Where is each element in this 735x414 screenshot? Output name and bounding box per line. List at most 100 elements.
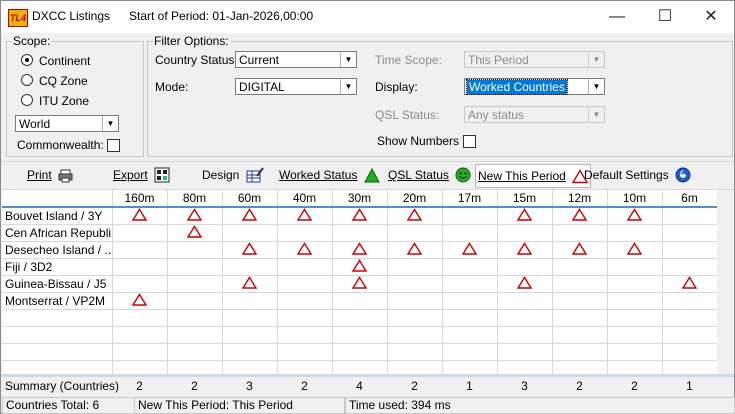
band-header-160m[interactable]: 160m — [112, 190, 168, 208]
table-row[interactable]: Fiji / 3D2 — [2, 258, 718, 276]
band-cell[interactable] — [387, 241, 443, 259]
band-cell[interactable] — [607, 275, 663, 293]
band-cell[interactable] — [112, 207, 168, 225]
chevron-down-icon[interactable]: ▼ — [588, 52, 604, 67]
band-cell[interactable] — [112, 258, 168, 276]
chevron-down-icon[interactable]: ▼ — [588, 79, 604, 94]
band-cell[interactable] — [387, 258, 443, 276]
export-button[interactable]: Export — [113, 166, 170, 184]
display-select[interactable]: Worked Countries ▼ — [464, 78, 605, 95]
band-cell[interactable] — [607, 207, 663, 225]
band-cell[interactable] — [387, 292, 443, 310]
band-cell[interactable] — [442, 275, 498, 293]
band-cell[interactable] — [442, 207, 498, 225]
show-numbers-checkbox[interactable] — [463, 135, 476, 148]
band-cell[interactable] — [497, 292, 553, 310]
band-cell[interactable] — [497, 241, 553, 259]
band-header-12m[interactable]: 12m — [552, 190, 608, 208]
band-cell[interactable] — [112, 224, 168, 242]
print-button[interactable]: Print — [27, 166, 74, 184]
qsl-status-select[interactable]: Any status ▼ — [464, 106, 605, 123]
band-header-80m[interactable]: 80m — [167, 190, 223, 208]
band-cell[interactable] — [387, 207, 443, 225]
band-cell[interactable] — [332, 258, 388, 276]
chevron-down-icon[interactable]: ▼ — [588, 107, 604, 122]
minimize-button[interactable]: — — [594, 1, 640, 33]
band-cell[interactable] — [277, 292, 333, 310]
vertical-scrollbar[interactable] — [717, 190, 734, 374]
band-cell[interactable] — [497, 275, 553, 293]
band-cell[interactable] — [112, 241, 168, 259]
band-cell[interactable] — [277, 241, 333, 259]
band-cell[interactable] — [222, 275, 278, 293]
band-header-6m[interactable]: 6m — [662, 190, 718, 208]
chevron-down-icon[interactable]: ▼ — [102, 116, 118, 131]
dxcc-grid[interactable]: 160m 80m 60m 40m 30m 20m 17m 15m 12m 10m 6m Bouvet … — [2, 190, 718, 378]
default-settings-button[interactable]: Default Settings — [584, 166, 691, 184]
band-cell[interactable] — [607, 224, 663, 242]
band-cell[interactable] — [222, 241, 278, 259]
band-cell[interactable] — [662, 292, 718, 310]
maximize-button[interactable]: ☐ — [642, 1, 688, 33]
worked-status-button[interactable]: Worked Status — [279, 166, 380, 184]
chevron-down-icon[interactable]: ▼ — [340, 52, 356, 67]
close-button[interactable]: ✕ — [688, 1, 734, 33]
scope-radio-itu-zone[interactable]: ITU Zone — [21, 94, 89, 108]
band-header-17m[interactable]: 17m — [442, 190, 498, 208]
band-cell[interactable] — [442, 224, 498, 242]
band-cell[interactable] — [167, 207, 223, 225]
band-cell[interactable] — [332, 292, 388, 310]
band-cell[interactable] — [497, 224, 553, 242]
mode-select[interactable]: DIGITAL ▼ — [235, 78, 357, 95]
new-this-period-button[interactable]: New This Period — [475, 164, 592, 188]
band-cell[interactable] — [387, 224, 443, 242]
band-cell[interactable] — [662, 224, 718, 242]
band-cell[interactable] — [222, 292, 278, 310]
band-cell[interactable] — [222, 258, 278, 276]
band-cell[interactable] — [387, 275, 443, 293]
band-cell[interactable] — [277, 275, 333, 293]
band-cell[interactable] — [552, 292, 608, 310]
band-header-20m[interactable]: 20m — [387, 190, 443, 208]
chevron-down-icon[interactable]: ▼ — [340, 79, 356, 94]
band-cell[interactable] — [607, 241, 663, 259]
band-cell[interactable] — [332, 224, 388, 242]
scope-radio-continent[interactable]: Continent — [21, 54, 90, 68]
band-header-30m[interactable]: 30m — [332, 190, 388, 208]
band-cell[interactable] — [497, 258, 553, 276]
band-header-15m[interactable]: 15m — [497, 190, 553, 208]
band-cell[interactable] — [442, 258, 498, 276]
band-header-40m[interactable]: 40m — [277, 190, 333, 208]
band-cell[interactable] — [277, 224, 333, 242]
band-cell[interactable] — [112, 292, 168, 310]
band-cell[interactable] — [662, 241, 718, 259]
band-cell[interactable] — [112, 275, 168, 293]
band-cell[interactable] — [497, 207, 553, 225]
band-cell[interactable] — [222, 207, 278, 225]
band-cell[interactable] — [552, 258, 608, 276]
band-cell[interactable] — [442, 292, 498, 310]
band-cell[interactable] — [167, 275, 223, 293]
band-cell[interactable] — [277, 207, 333, 225]
region-select[interactable]: World ▼ — [15, 115, 119, 132]
band-cell[interactable] — [607, 258, 663, 276]
table-row[interactable]: Cen African Republi... — [2, 224, 718, 242]
band-cell[interactable] — [662, 207, 718, 225]
band-header-60m[interactable]: 60m — [222, 190, 278, 208]
band-cell[interactable] — [662, 258, 718, 276]
commonwealth-checkbox[interactable] — [107, 139, 120, 152]
band-cell[interactable] — [167, 241, 223, 259]
table-row[interactable]: Guinea-Bissau / J5 — [2, 275, 718, 293]
band-cell[interactable] — [552, 224, 608, 242]
band-cell[interactable] — [167, 224, 223, 242]
band-cell[interactable] — [332, 275, 388, 293]
band-cell[interactable] — [607, 292, 663, 310]
scope-radio-cq-zone[interactable]: CQ Zone — [21, 74, 88, 88]
band-cell[interactable] — [167, 258, 223, 276]
band-header-10m[interactable]: 10m — [607, 190, 663, 208]
table-row[interactable]: Montserrat / VP2M — [2, 292, 718, 310]
band-cell[interactable] — [552, 207, 608, 225]
table-row[interactable]: Bouvet Island / 3Y — [2, 207, 718, 225]
qsl-status-button[interactable]: QSL Status — [388, 166, 471, 184]
time-scope-select[interactable]: This Period ▼ — [464, 51, 605, 68]
